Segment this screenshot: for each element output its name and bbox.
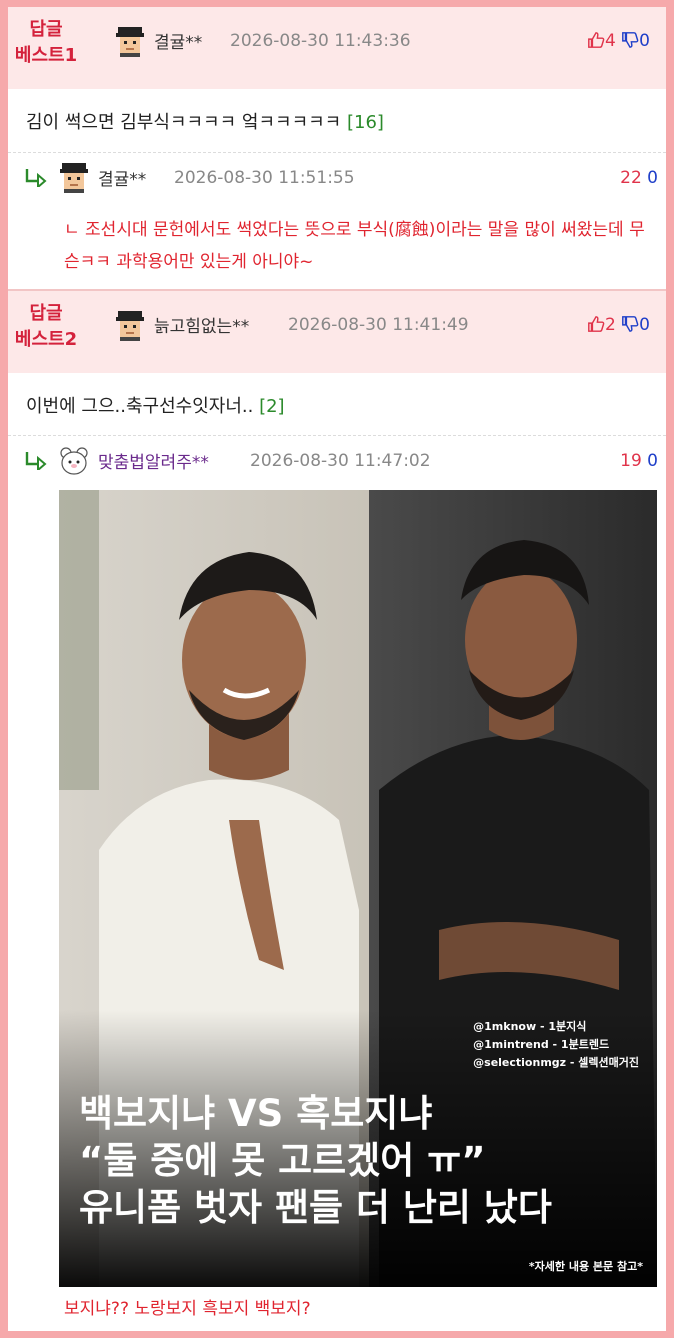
credit-line: @1mknow - 1분지식 bbox=[473, 1020, 587, 1033]
credit-line: @selectionmgz - 셀렉션매거진 bbox=[473, 1056, 639, 1069]
image-footnote: *자세한 내용 본문 참고* bbox=[528, 1260, 643, 1273]
avatar-icon[interactable] bbox=[114, 25, 146, 57]
reply-arrow-icon bbox=[25, 169, 47, 187]
rank-line1: 답글 bbox=[29, 19, 63, 40]
comment-date: 2026-08-30 11:43:36 bbox=[230, 31, 411, 51]
vote-box: 2 0 bbox=[587, 315, 650, 335]
vote-box: 22 0 bbox=[620, 168, 658, 188]
reply-arrow-icon bbox=[25, 452, 47, 470]
thumbs-up-icon bbox=[588, 32, 605, 48]
reply-caption: 보지냐?? 노랑보지 흑보지 백보지? bbox=[64, 1299, 311, 1319]
vote-box: 4 0 bbox=[587, 31, 650, 51]
image-credits: @1mknow - 1분지식 @1mintrend - 1분트렌드 @selec… bbox=[473, 1018, 639, 1072]
upvote-count: 4 bbox=[604, 31, 616, 51]
downvote-count[interactable]: 0 bbox=[647, 168, 658, 188]
comment-content: 김이 썩으면 김부식ㅋㅋㅋㅋ 엌ㅋㅋㅋㅋㅋ [16] bbox=[26, 108, 384, 134]
author-name[interactable]: 결귤** bbox=[154, 28, 202, 53]
downvote-count[interactable]: 0 bbox=[647, 451, 658, 471]
comment-date: 2026-08-30 11:51:55 bbox=[174, 168, 355, 188]
downvote-button[interactable]: 0 bbox=[621, 315, 650, 335]
divider bbox=[8, 435, 666, 436]
thumbs-up-icon bbox=[588, 316, 605, 332]
reply-count-link[interactable]: [2] bbox=[259, 396, 285, 417]
comment-content: 이번에 그으..축구선수잇자너.. [2] bbox=[26, 392, 285, 418]
author-name[interactable]: 맞춤법알려주** bbox=[98, 448, 209, 473]
downvote-button[interactable]: 0 bbox=[621, 31, 650, 51]
upvote-button[interactable]: 2 bbox=[587, 315, 621, 335]
thumbs-down-icon bbox=[622, 316, 639, 332]
comment-text: 김이 썩으면 김부식ㅋㅋㅋㅋ 엌ㅋㅋㅋㅋㅋ bbox=[26, 112, 342, 133]
downvote-count: 0 bbox=[639, 315, 650, 335]
rank-line2: 베스트2 bbox=[14, 329, 78, 350]
upvote-count[interactable]: 19 bbox=[620, 451, 642, 471]
rank-line1: 답글 bbox=[29, 303, 63, 324]
rank-line2: 베스트1 bbox=[14, 45, 78, 66]
comment-date: 2026-08-30 11:41:49 bbox=[288, 315, 469, 335]
divider bbox=[8, 152, 666, 153]
bear-avatar-icon[interactable] bbox=[58, 444, 90, 476]
credit-line: @1mintrend - 1분트렌드 bbox=[473, 1038, 610, 1051]
author-name[interactable]: 늙고힘없는** bbox=[154, 312, 249, 337]
attached-image[interactable]: @1mknow - 1분지식 @1mintrend - 1분트렌드 @selec… bbox=[59, 490, 657, 1287]
avatar-icon[interactable] bbox=[58, 161, 90, 193]
headline-line: “둘 중에 못 고르겠어 ㅠ” bbox=[79, 1139, 486, 1182]
best-comment-1-header: 답글 베스트1 결귤** 2026-08-30 11:43:36 4 0 bbox=[8, 7, 666, 89]
upvote-count: 2 bbox=[604, 315, 616, 335]
comment-text: 이번에 그으..축구선수잇자너.. bbox=[26, 396, 254, 417]
thumbs-down-icon bbox=[622, 32, 639, 48]
reply-count-link[interactable]: [16] bbox=[347, 112, 384, 133]
comment-list: 답글 베스트1 결귤** 2026-08-30 11:43:36 4 0 김이 … bbox=[8, 7, 666, 1331]
avatar-icon[interactable] bbox=[114, 309, 146, 341]
headline-line: 유니폼 벗자 팬들 더 난리 났다 bbox=[79, 1186, 552, 1229]
best-rank-label: 답글 베스트2 bbox=[10, 301, 82, 353]
author-name[interactable]: 결귤** bbox=[98, 165, 146, 190]
reply-text: ㄴ 조선시대 문헌에서도 썩었다는 뜻으로 부식(腐蝕)이라는 말을 많이 써왔… bbox=[64, 220, 645, 272]
best-comment-2-header: 답글 베스트2 늙고힘없는** 2026-08-30 11:41:49 2 0 bbox=[8, 291, 666, 373]
best-rank-label: 답글 베스트1 bbox=[10, 17, 82, 69]
upvote-button[interactable]: 4 bbox=[587, 31, 621, 51]
downvote-count: 0 bbox=[639, 31, 650, 51]
upvote-count[interactable]: 22 bbox=[620, 168, 642, 188]
vote-box: 19 0 bbox=[620, 451, 658, 471]
comment-date: 2026-08-30 11:47:02 bbox=[250, 451, 431, 471]
image-headline: 백보지냐 VS 흑보지냐 “둘 중에 못 고르겠어 ㅠ” 유니폼 벗자 팬들 더… bbox=[79, 1090, 649, 1231]
headline-line: 백보지냐 VS 흑보지냐 bbox=[79, 1092, 433, 1135]
